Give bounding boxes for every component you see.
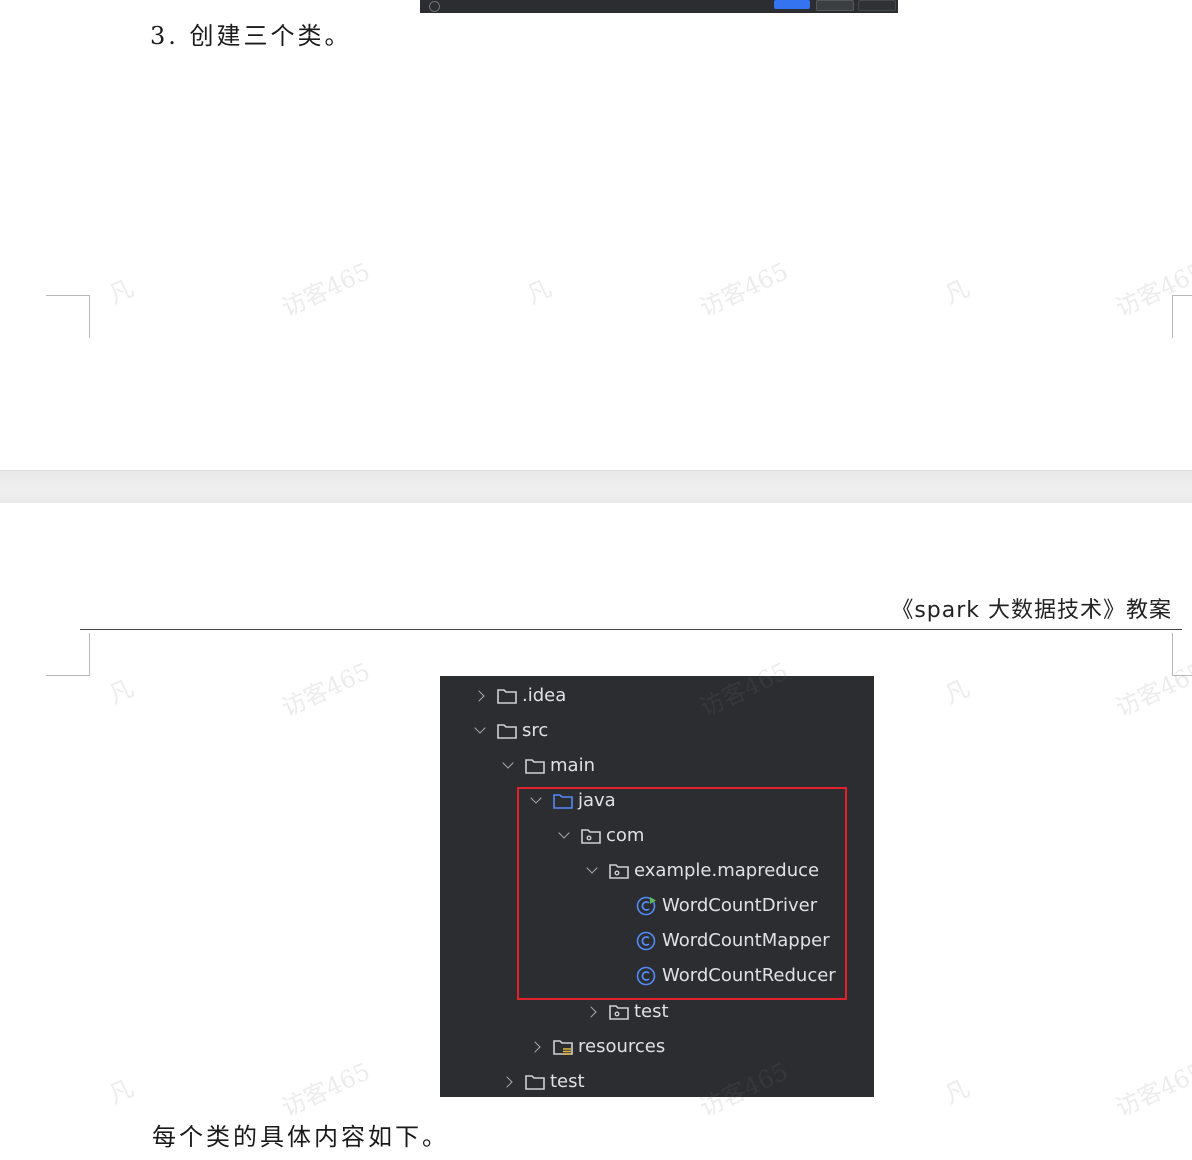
tree-item-label: WordCountReducer — [662, 965, 836, 986]
tree-item-example-mapreduce[interactable]: example.mapreduce — [586, 853, 819, 888]
tree-item-src[interactable]: src — [474, 713, 548, 748]
resources-folder-icon — [553, 1039, 573, 1055]
create-button — [774, 0, 810, 9]
tree-item-com[interactable]: com — [558, 818, 644, 853]
crop-mark — [46, 633, 90, 676]
tree-item-label: resources — [578, 1036, 666, 1057]
cancel-button — [816, 0, 854, 11]
folder-icon — [525, 758, 545, 774]
project-tree: .idea src main java com example.mapreduc… — [440, 676, 874, 1097]
chevron-right-icon[interactable] — [530, 1042, 540, 1052]
help-icon — [429, 1, 440, 12]
tree-item-label: main — [550, 755, 595, 776]
runnable-class-icon — [636, 896, 656, 915]
package-icon — [581, 828, 601, 844]
tree-item-test-package[interactable]: test — [586, 994, 669, 1029]
package-icon — [609, 863, 629, 879]
folder-icon — [497, 723, 517, 739]
tree-item-wordcountdriver[interactable]: WordCountDriver — [614, 888, 817, 923]
chevron-down-icon[interactable] — [558, 831, 568, 841]
crop-mark — [1172, 295, 1192, 338]
tree-item-label: com — [606, 825, 645, 846]
tree-item-label: WordCountMapper — [662, 930, 830, 951]
closing-text: 每个类的具体内容如下。 — [152, 1123, 449, 1151]
step-text: 3. 创建三个类。 — [150, 22, 352, 50]
tree-item-resources[interactable]: resources — [530, 1029, 665, 1064]
source-folder-icon — [553, 793, 573, 809]
chevron-down-icon[interactable] — [502, 761, 512, 771]
folder-icon — [525, 1074, 545, 1090]
chevron-down-icon[interactable] — [530, 796, 540, 806]
tree-item-label: src — [522, 720, 549, 741]
header-rule — [80, 629, 1182, 630]
folder-icon — [497, 688, 517, 704]
chevron-down-icon[interactable] — [474, 726, 484, 736]
apply-button — [858, 0, 896, 11]
tree-item-test-folder[interactable]: test — [502, 1064, 585, 1097]
package-icon — [609, 1004, 629, 1020]
class-icon — [636, 966, 656, 985]
tree-item-main[interactable]: main — [502, 748, 595, 783]
chevron-down-icon[interactable] — [586, 866, 596, 876]
chevron-right-icon[interactable] — [502, 1077, 512, 1087]
tree-item-idea[interactable]: .idea — [474, 678, 566, 713]
page-header: 《spark 大数据技术》教案 — [891, 598, 1172, 623]
class-icon — [636, 931, 656, 950]
page-gap — [0, 470, 1192, 504]
tree-item-label: WordCountDriver — [662, 895, 818, 916]
tree-item-label: example.mapreduce — [634, 860, 820, 881]
document-page-1: 3. 创建三个类。 — [0, 0, 1192, 470]
tree-item-label: .idea — [522, 685, 567, 706]
tree-item-wordcountmapper[interactable]: WordCountMapper — [614, 923, 830, 958]
tree-item-label: test — [634, 1001, 669, 1022]
crop-mark — [46, 295, 90, 338]
crop-mark — [1172, 633, 1192, 676]
tree-item-label: test — [550, 1071, 585, 1092]
tree-item-java[interactable]: java — [530, 783, 616, 818]
tree-item-wordcountreducer[interactable]: WordCountReducer — [614, 958, 836, 993]
tree-item-label: java — [578, 790, 616, 811]
dialog-screenshot-fragment — [420, 0, 898, 13]
chevron-right-icon[interactable] — [586, 1007, 596, 1017]
chevron-right-icon[interactable] — [474, 691, 484, 701]
